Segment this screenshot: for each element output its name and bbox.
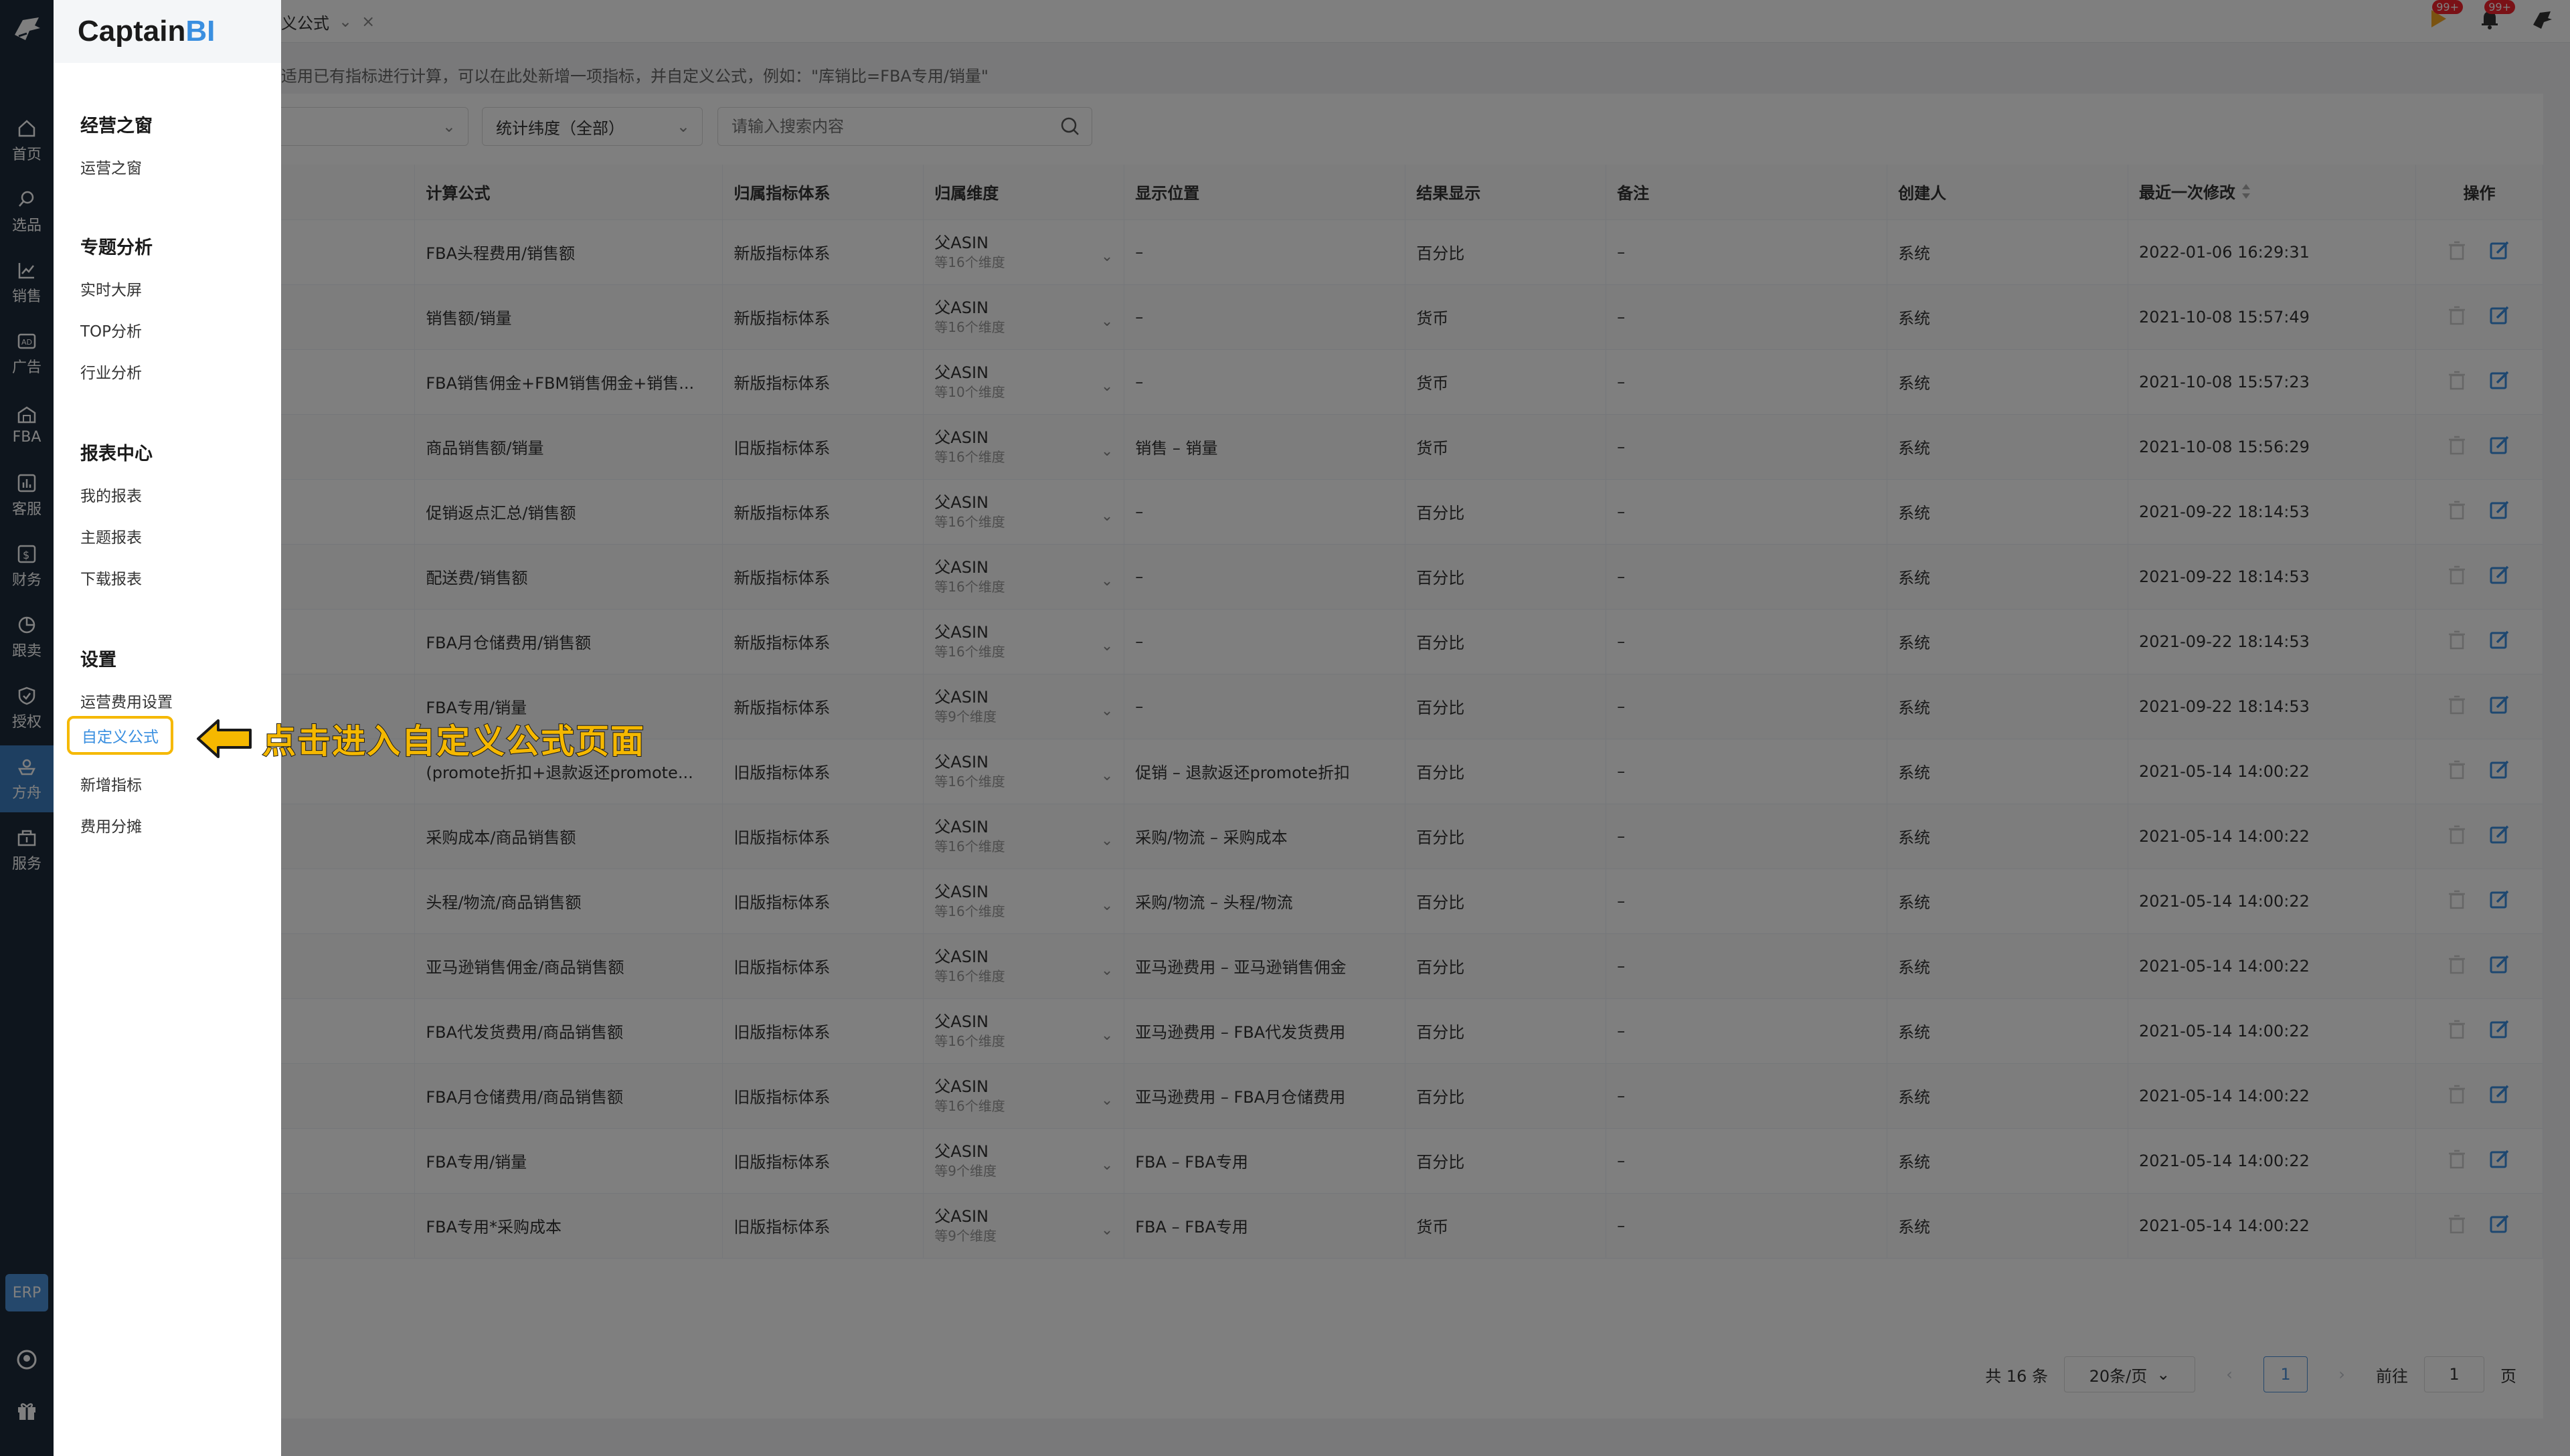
- captainbi-logo[interactable]: Captain BI: [54, 0, 281, 63]
- menu-item-add-metric[interactable]: 新增指标: [80, 772, 142, 795]
- menu-group-title: 经营之窗: [80, 116, 153, 136]
- menu-item-my-reports[interactable]: 我的报表: [80, 483, 142, 506]
- menu-item-realtime-screen[interactable]: 实时大屏: [80, 277, 142, 300]
- menu-item-top-analysis[interactable]: TOP分析: [80, 318, 142, 341]
- menu-item-download-reports[interactable]: 下载报表: [80, 566, 142, 589]
- menu-item-custom-formula[interactable]: 自定义公式: [67, 716, 173, 755]
- menu-group-title: 报表中心: [80, 444, 153, 464]
- menu-item-industry-analysis[interactable]: 行业分析: [80, 360, 142, 383]
- menu-item-ops-fee-settings[interactable]: 运营费用设置: [80, 689, 173, 712]
- logo-accent: BI: [185, 15, 216, 48]
- menu-item-theme-reports[interactable]: 主题报表: [80, 525, 142, 547]
- menu-item-ops-window[interactable]: 运营之窗: [80, 155, 142, 178]
- menu-group-title: 设置: [80, 650, 116, 670]
- annotation-text: 点击进入自定义公式页面: [262, 721, 645, 761]
- menu-item-cost-allocation[interactable]: 费用分摊: [80, 814, 142, 836]
- tutorial-annotation: 点击进入自定义公式页面: [194, 715, 645, 763]
- logo-text: Captain: [78, 15, 186, 48]
- arrow-left-icon: [197, 719, 252, 758]
- menu-group-title: 专题分析: [80, 238, 153, 258]
